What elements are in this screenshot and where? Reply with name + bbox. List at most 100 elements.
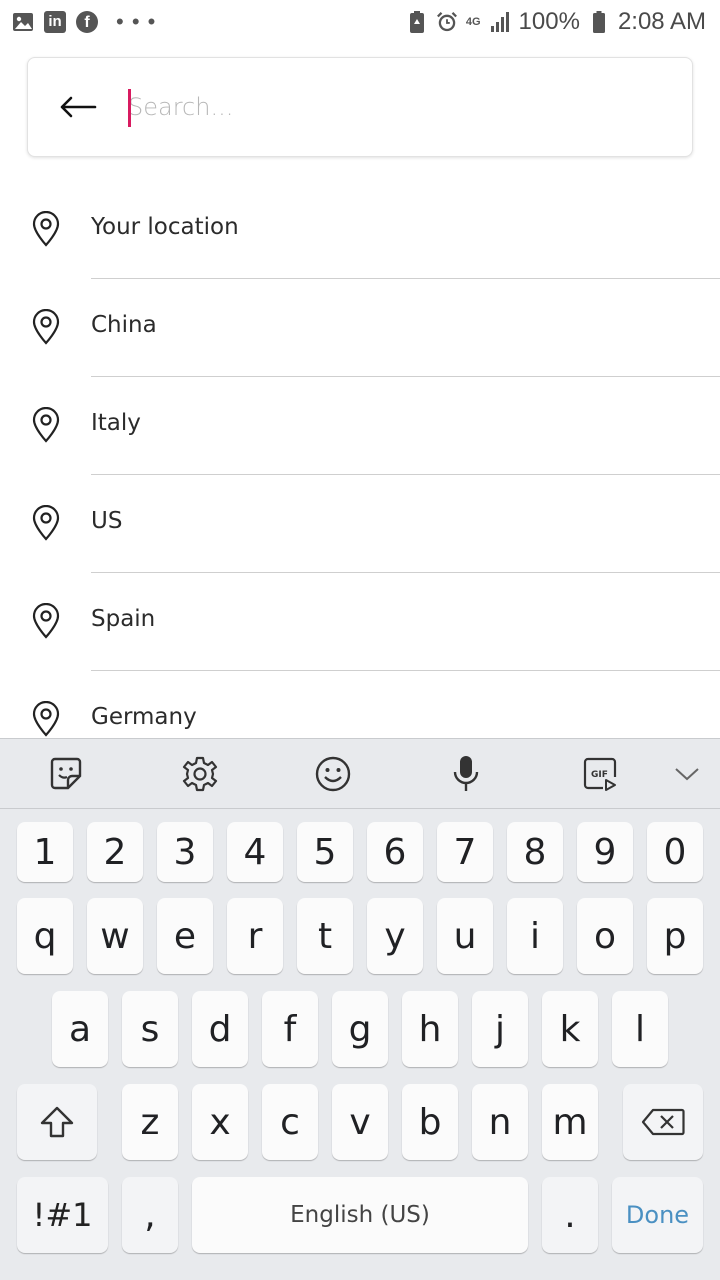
battery-icon	[588, 11, 610, 33]
emoji-button[interactable]	[310, 751, 356, 797]
symbols-label: !#1	[32, 1196, 93, 1234]
search-input[interactable]	[128, 58, 692, 156]
key-6[interactable]: 6	[367, 822, 423, 882]
list-item[interactable]: US	[0, 475, 720, 573]
status-bar: in f • • • 4G 100% 2:08 AM	[0, 0, 720, 44]
network-type: 4G	[465, 15, 481, 28]
key-v[interactable]: v	[332, 1084, 388, 1160]
key-9[interactable]: 9	[577, 822, 633, 882]
done-label: Done	[625, 1201, 690, 1229]
clock: 2:08 AM	[617, 8, 706, 35]
key-n[interactable]: n	[472, 1084, 528, 1160]
battery-saver-icon	[406, 11, 428, 33]
location-pin-icon	[32, 505, 60, 541]
gif-text: GIF	[591, 770, 608, 780]
list-item[interactable]: Italy	[0, 377, 720, 475]
key-j[interactable]: j	[472, 991, 528, 1067]
keyboard: GIF 1 2 3 4 5 6 7 8 9 0 q w e r t y u i …	[0, 738, 720, 1280]
key-q[interactable]: q	[17, 898, 73, 974]
key-1[interactable]: 1	[17, 822, 73, 882]
list-item[interactable]: Your location	[0, 181, 720, 279]
key-x[interactable]: x	[192, 1084, 248, 1160]
back-button[interactable]	[28, 57, 128, 157]
keyboard-toolbar: GIF	[0, 739, 720, 809]
key-w[interactable]: w	[87, 898, 143, 974]
key-d[interactable]: d	[192, 991, 248, 1067]
location-pin-icon	[32, 603, 60, 639]
location-label: Italy	[91, 410, 141, 436]
symbols-key[interactable]: !#1	[17, 1177, 108, 1253]
key-i[interactable]: i	[507, 898, 563, 974]
emoji-icon	[315, 756, 351, 792]
list-item[interactable]: China	[0, 279, 720, 377]
key-b[interactable]: b	[402, 1084, 458, 1160]
sticker-button[interactable]	[43, 751, 89, 797]
key-5[interactable]: 5	[297, 822, 353, 882]
key-a[interactable]: a	[52, 991, 108, 1067]
key-7[interactable]: 7	[437, 822, 493, 882]
list-item[interactable]: Spain	[0, 573, 720, 671]
space-label: English (US)	[290, 1202, 430, 1228]
key-t[interactable]: t	[297, 898, 353, 974]
location-label: US	[91, 508, 123, 534]
chevron-down-icon	[675, 768, 699, 781]
location-pin-icon	[32, 309, 60, 345]
microphone-icon	[453, 756, 479, 791]
more-dots-icon: • • •	[116, 9, 157, 34]
key-h[interactable]: h	[402, 991, 458, 1067]
key-e[interactable]: e	[157, 898, 213, 974]
key-p[interactable]: p	[647, 898, 703, 974]
location-label: Spain	[91, 606, 156, 632]
backspace-icon	[641, 1108, 685, 1136]
text-caret	[128, 89, 131, 127]
alarm-icon	[436, 11, 458, 33]
location-label: Germany	[91, 704, 197, 730]
facebook-icon: f	[76, 11, 98, 33]
key-l[interactable]: l	[612, 991, 668, 1067]
gear-icon	[182, 756, 218, 792]
system-status: 4G 100% 2:08 AM	[406, 8, 706, 36]
key-u[interactable]: u	[437, 898, 493, 974]
search-field[interactable]	[128, 58, 692, 156]
key-3[interactable]: 3	[157, 822, 213, 882]
done-key[interactable]: Done	[612, 1177, 703, 1253]
voice-input-button[interactable]	[443, 751, 489, 797]
sticker-icon	[50, 757, 82, 790]
location-label: China	[91, 312, 157, 338]
key-c[interactable]: c	[262, 1084, 318, 1160]
key-m[interactable]: m	[542, 1084, 598, 1160]
key-z[interactable]: z	[122, 1084, 178, 1160]
key-2[interactable]: 2	[87, 822, 143, 882]
key-8[interactable]: 8	[507, 822, 563, 882]
key-0[interactable]: 0	[647, 822, 703, 882]
key-s[interactable]: s	[122, 991, 178, 1067]
gallery-icon	[12, 11, 34, 33]
gif-icon: GIF	[583, 757, 617, 791]
key-r[interactable]: r	[227, 898, 283, 974]
battery-percent: 100%	[518, 8, 580, 35]
settings-button[interactable]	[177, 751, 223, 797]
key-f[interactable]: f	[262, 991, 318, 1067]
backspace-key[interactable]	[623, 1084, 703, 1160]
location-pin-icon	[32, 211, 60, 247]
key-g[interactable]: g	[332, 991, 388, 1067]
key-y[interactable]: y	[367, 898, 423, 974]
period-key[interactable]: .	[542, 1177, 598, 1253]
signal-icon	[489, 11, 511, 33]
shift-icon	[40, 1106, 74, 1138]
gif-button[interactable]: GIF	[577, 751, 623, 797]
linkedin-icon: in	[44, 11, 66, 33]
space-key[interactable]: English (US)	[192, 1177, 528, 1253]
location-pin-icon	[32, 701, 60, 737]
back-arrow-icon	[60, 96, 97, 118]
key-k[interactable]: k	[542, 991, 598, 1067]
key-4[interactable]: 4	[227, 822, 283, 882]
shift-key[interactable]	[17, 1084, 97, 1160]
notification-icons: in f • • •	[12, 9, 156, 35]
location-pin-icon	[32, 407, 60, 443]
key-o[interactable]: o	[577, 898, 633, 974]
location-label: Your location	[91, 214, 239, 240]
location-list: Your location China Italy US Spain Germa…	[0, 181, 720, 769]
comma-key[interactable]: ,	[122, 1177, 178, 1253]
collapse-keyboard-button[interactable]	[664, 751, 710, 797]
